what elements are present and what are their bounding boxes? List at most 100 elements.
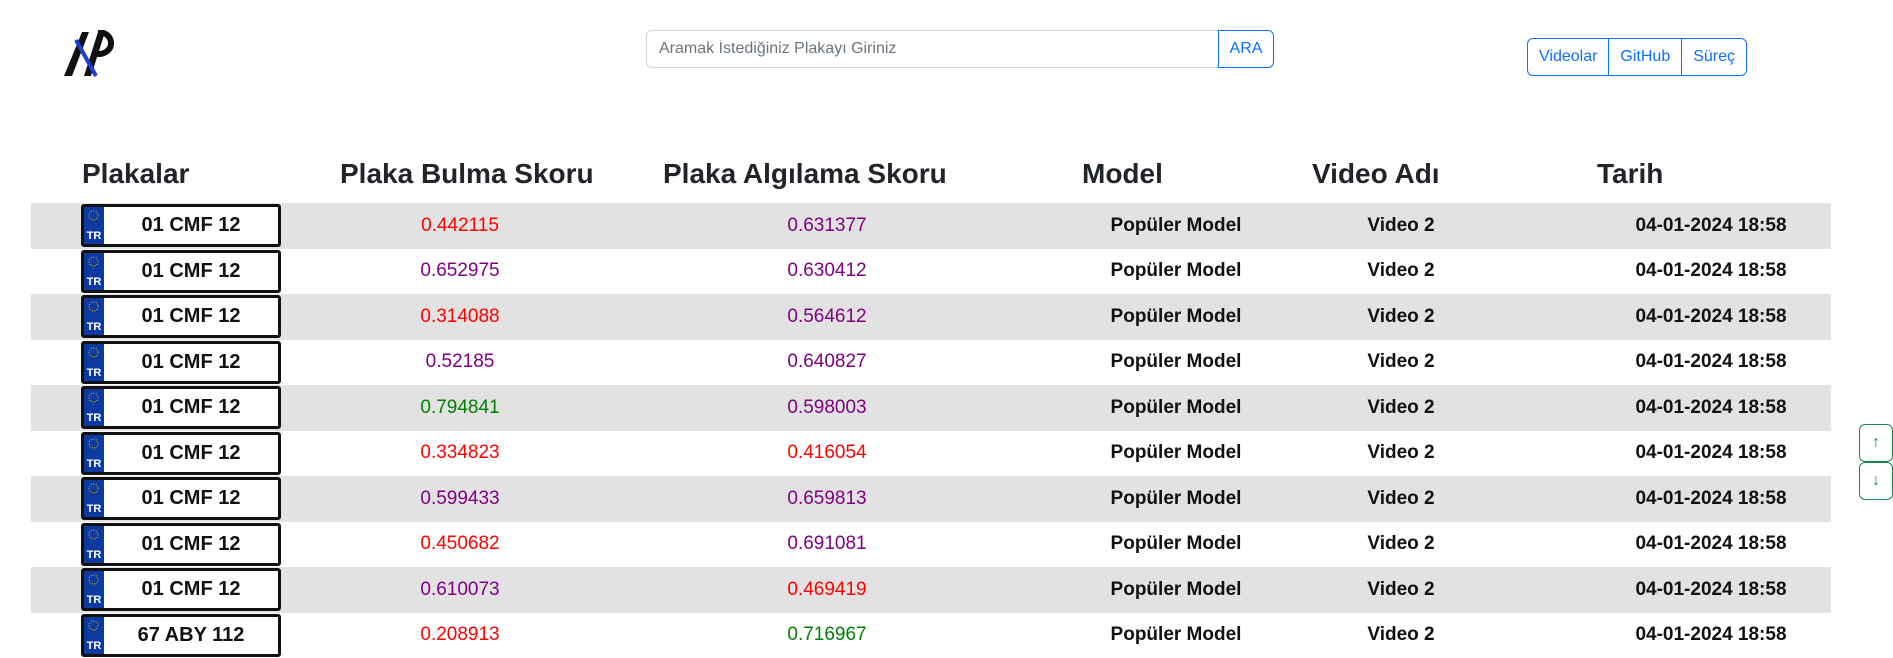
video-name: Video 2 (1367, 533, 1435, 555)
scroll-down-button[interactable]: ↓ (1859, 462, 1893, 500)
date: 04-01-2024 18:58 (1635, 533, 1787, 555)
detect-score: 0.598003 (787, 396, 867, 418)
table-row: TR 01 CMF 12 0.610073 0.469419 Popüler M… (31, 567, 1831, 613)
find-score: 0.599433 (420, 487, 500, 509)
plate-country-band: TR (84, 525, 104, 563)
github-button[interactable]: GitHub (1608, 38, 1683, 76)
header-plaka-algilama-skoru: Plaka Algılama Skoru (663, 158, 947, 189)
plate-number: 01 CMF 12 (141, 578, 241, 600)
eu-stars-icon (88, 210, 99, 221)
find-score: 0.314088 (420, 305, 500, 327)
plate-number: 01 CMF 12 (141, 396, 241, 418)
model-name: Popüler Model (1110, 214, 1242, 236)
surec-button[interactable]: Süreç (1681, 38, 1748, 76)
detect-score: 0.716967 (787, 624, 867, 646)
plate-number: 01 CMF 12 (141, 532, 241, 555)
model-name: Popüler Model (1110, 260, 1242, 282)
plate-country-code: TR (86, 412, 102, 424)
detect-score: 0.691081 (787, 533, 867, 555)
table-body: TR 01 CMF 12 0.442115 0.631377 Popüler M… (31, 203, 1831, 658)
detect-score: 0.469419 (787, 578, 867, 600)
plate-country-code: TR (86, 639, 102, 652)
date: 04-01-2024 18:58 (1635, 578, 1787, 600)
eu-stars-icon (88, 301, 99, 312)
license-plate: TR 01 CMF 12 (81, 568, 281, 611)
plate-country-band: TR (84, 207, 104, 244)
header-tarih: Tarih (1597, 158, 1664, 189)
model-name: Popüler Model (1110, 487, 1242, 509)
detect-score: 0.564612 (787, 305, 867, 327)
detect-score: 0.416054 (787, 442, 867, 464)
model-name: Popüler Model (1110, 578, 1242, 600)
model-name: Popüler Model (1110, 396, 1242, 418)
video-name: Video 2 (1367, 624, 1435, 646)
detect-score: 0.659813 (787, 487, 867, 509)
plate-number: 67 ABY 112 (137, 623, 245, 646)
plate-country-code: TR (86, 366, 102, 379)
find-score: 0.52185 (425, 351, 495, 373)
date: 04-01-2024 18:58 (1635, 396, 1787, 418)
license-plate: TR 01 CMF 12 (81, 386, 281, 429)
license-plate: TR 01 CMF 12 (81, 295, 281, 338)
header-plaka-bulma-skoru: Plaka Bulma Skoru (340, 158, 594, 189)
nav-button-group: Videolar GitHub Süreç (1527, 38, 1748, 76)
find-score: 0.794841 (420, 396, 500, 418)
video-name: Video 2 (1367, 260, 1435, 282)
plate-country-band: TR (84, 571, 104, 608)
detect-score: 0.631377 (787, 214, 867, 236)
find-score: 0.442115 (421, 214, 499, 236)
license-plate: TR 01 CMF 12 (81, 477, 281, 520)
header-model: Model (1082, 158, 1163, 189)
plate-number: 01 CMF 12 (141, 214, 241, 236)
plate-country-code: TR (86, 548, 102, 561)
date: 04-01-2024 18:58 (1635, 214, 1787, 236)
license-plate: TR 01 CMF 12 (81, 522, 281, 566)
plate-country-code: TR (86, 503, 102, 515)
eu-stars-icon (88, 438, 99, 448)
eu-stars-icon (88, 574, 99, 585)
date: 04-01-2024 18:58 (1635, 305, 1787, 327)
table-row: TR 01 CMF 12 0.450682 0.691081 Popüler M… (31, 522, 1831, 568)
license-plate: TR 67 ABY 112 (81, 613, 281, 657)
plate-country-code: TR (86, 321, 102, 333)
license-plate: TR 01 CMF 12 (81, 249, 281, 293)
search-input[interactable] (646, 30, 1218, 68)
video-name: Video 2 (1367, 442, 1435, 464)
license-plate: TR 01 CMF 12 (81, 340, 281, 384)
eu-stars-icon (88, 347, 99, 357)
eu-stars-icon (88, 392, 99, 403)
plate-country-band: TR (84, 389, 104, 426)
find-score: 0.208913 (420, 624, 500, 646)
plate-number: 01 CMF 12 (141, 259, 241, 282)
table-row: TR 67 ABY 112 0.208913 0.716967 Popüler … (31, 613, 1831, 658)
search-button[interactable]: ARA (1218, 30, 1274, 68)
plate-number: 01 CMF 12 (141, 350, 241, 373)
video-name: Video 2 (1367, 578, 1435, 600)
videolar-button[interactable]: Videolar (1527, 38, 1610, 76)
eu-stars-icon (88, 529, 99, 539)
date: 04-01-2024 18:58 (1635, 624, 1787, 646)
video-name: Video 2 (1367, 305, 1435, 327)
video-name: Video 2 (1367, 396, 1435, 418)
date: 04-01-2024 18:58 (1635, 260, 1787, 282)
scroll-up-button[interactable]: ↑ (1859, 424, 1893, 462)
find-score: 0.450682 (420, 533, 500, 555)
search-bar: ARA (646, 30, 1274, 68)
plate-country-code: TR (86, 457, 102, 470)
brand-logo[interactable] (62, 29, 116, 78)
eu-stars-icon (88, 483, 99, 494)
table-row: TR 01 CMF 12 0.652975 0.630412 Popüler M… (31, 249, 1831, 295)
plate-country-band: TR (84, 298, 104, 335)
plate-number: 01 CMF 12 (141, 305, 241, 327)
plate-country-band: TR (84, 434, 104, 472)
model-name: Popüler Model (1110, 533, 1242, 555)
date: 04-01-2024 18:58 (1635, 442, 1787, 464)
date: 04-01-2024 18:58 (1635, 487, 1787, 509)
license-plate: TR 01 CMF 12 (81, 204, 281, 247)
model-name: Popüler Model (1110, 624, 1242, 646)
model-name: Popüler Model (1110, 305, 1242, 327)
table-row: TR 01 CMF 12 0.314088 0.564612 Popüler M… (31, 294, 1831, 340)
detect-score: 0.640827 (787, 351, 867, 373)
table-row: TR 01 CMF 12 0.794841 0.598003 Popüler M… (31, 385, 1831, 431)
table-row: TR 01 CMF 12 0.442115 0.631377 Popüler M… (31, 203, 1831, 249)
